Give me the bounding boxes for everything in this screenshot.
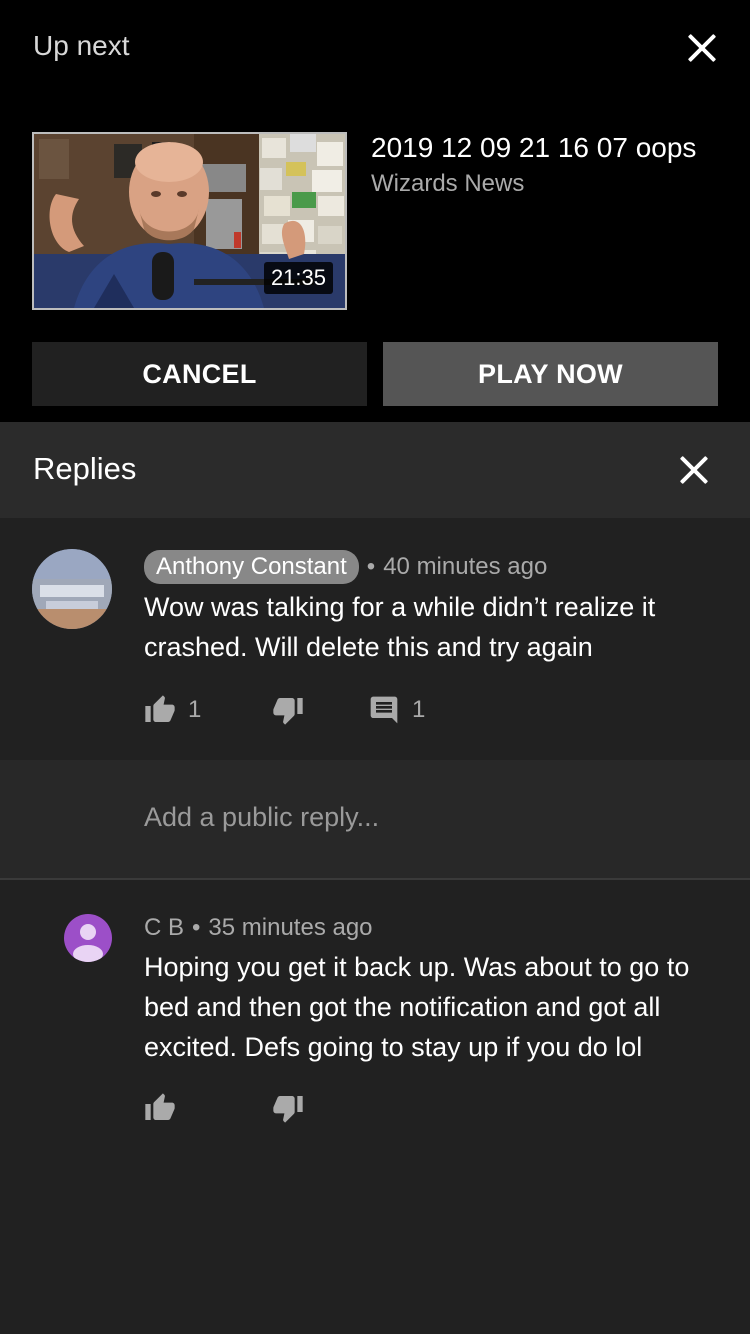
like-count: 1 — [188, 696, 202, 723]
comment-author[interactable]: Anthony Constant — [144, 550, 359, 584]
avatar[interactable] — [32, 549, 112, 629]
close-icon[interactable] — [682, 28, 722, 68]
thumb-up-icon — [145, 695, 175, 722]
comment-text: Wow was talking for a while didn’t reali… — [144, 592, 656, 662]
replies-header: Replies — [0, 422, 750, 518]
parent-comment: Anthony Constant • 40 minutes ago Wow wa… — [0, 518, 750, 760]
avatar[interactable] — [64, 914, 112, 962]
like-button[interactable]: 1 — [144, 694, 201, 726]
comment-meta: Anthony Constant • 40 minutes ago — [144, 550, 547, 584]
reply-button[interactable]: 1 — [368, 694, 425, 726]
meta-separator: • — [366, 553, 376, 580]
video-title[interactable]: 2019 12 09 21 16 07 oops — [371, 132, 696, 164]
video-duration: 21:35 — [263, 262, 333, 294]
video-channel: Wizards News — [371, 170, 525, 197]
thumb-down-icon — [273, 1096, 303, 1123]
comment-time: 40 minutes ago — [383, 553, 548, 580]
video-thumbnail[interactable]: 21:35 — [32, 132, 347, 310]
comment-icon — [370, 696, 398, 724]
comment-time: 35 minutes ago — [208, 914, 373, 941]
play-now-button[interactable]: PLAY NOW — [383, 342, 718, 406]
dislike-button[interactable] — [272, 1092, 304, 1124]
thumb-up-icon — [145, 1093, 175, 1120]
comment-text: Hoping you get it back up. Was about to … — [144, 952, 690, 1062]
add-reply-bar: Add a public reply... — [0, 760, 750, 880]
close-icon[interactable] — [674, 450, 714, 490]
cancel-button[interactable]: CANCEL — [32, 342, 367, 406]
reply-comment: C B • 35 minutes ago Hoping you get it b… — [0, 882, 750, 1334]
thumb-down-icon — [273, 698, 303, 725]
user-icon — [73, 924, 103, 962]
meta-separator: • — [192, 914, 201, 941]
comment-meta: C B • 35 minutes ago — [144, 914, 373, 942]
reply-count: 1 — [412, 696, 426, 723]
replies-title: Replies — [33, 451, 137, 486]
avatar-image — [32, 549, 112, 629]
reply-input[interactable]: Add a public reply... — [144, 802, 379, 833]
comment-author[interactable]: C B — [144, 914, 184, 942]
like-button[interactable] — [144, 1092, 176, 1124]
dislike-button[interactable] — [272, 694, 304, 726]
up-next-panel: Up next 21:35 2019 12 09 21 16 07 oops W… — [0, 0, 750, 422]
up-next-label: Up next — [33, 30, 130, 61]
